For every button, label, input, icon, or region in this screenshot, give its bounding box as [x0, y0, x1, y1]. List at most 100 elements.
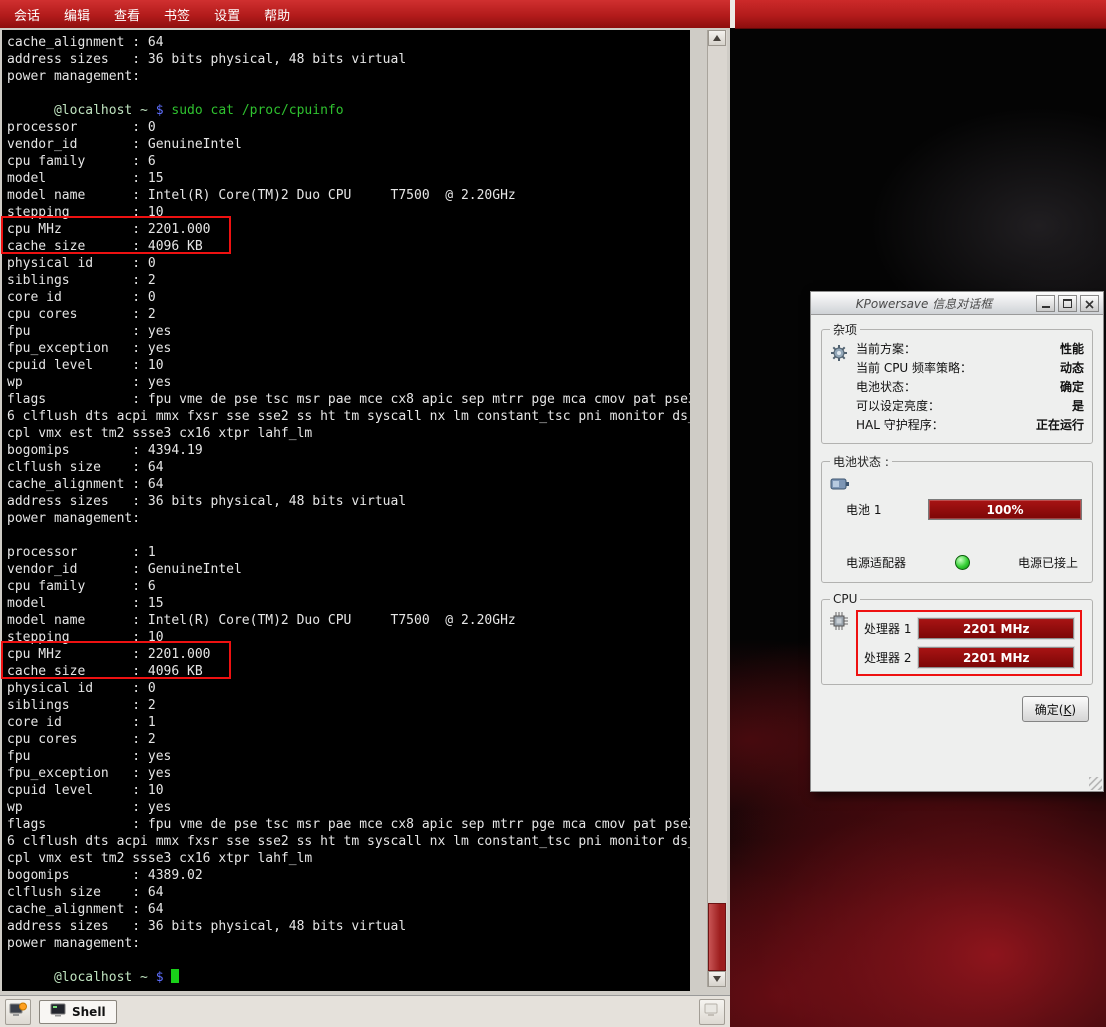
terminal-line: processor : 0 — [7, 119, 690, 136]
cpu-chip-icon — [830, 608, 856, 676]
terminal-line: fpu : yes — [7, 748, 690, 765]
terminal-line: wp : yes — [7, 799, 690, 816]
terminal-line: cpl vmx est tm2 ssse3 cx16 xtpr lahf_lm — [7, 425, 690, 442]
menu-item[interactable]: 帮助 — [264, 5, 290, 24]
minimize-button[interactable] — [1036, 295, 1055, 312]
terminal-line: cpu family : 6 — [7, 578, 690, 595]
terminal-line: address sizes : 36 bits physical, 48 bit… — [7, 493, 690, 510]
session-list-button[interactable] — [699, 999, 725, 1025]
background-window-titlebar[interactable] — [735, 0, 1106, 29]
dialog-titlebar[interactable]: KPowersave 信息对话框 — [811, 292, 1103, 315]
terminal-line: address sizes : 36 bits physical, 48 bit… — [7, 51, 690, 68]
misc-row-value: 动态 — [1060, 359, 1084, 378]
terminal-line: fpu_exception : yes — [7, 340, 690, 357]
battery-legend: 电池状态 : — [830, 453, 892, 470]
terminal-line: physical id : 0 — [7, 255, 690, 272]
terminal-line: cache_alignment : 64 — [7, 476, 690, 493]
terminal-icon — [50, 1003, 66, 1020]
misc-row-value: 性能 — [1060, 340, 1084, 359]
terminal-line: 6 clflush dts acpi mmx fxsr sse sse2 ss … — [7, 833, 690, 850]
battery-progressbar: 100% — [928, 499, 1082, 520]
close-button[interactable] — [1080, 295, 1099, 312]
terminal-line: @localhost ~ $ sudo cat /proc/cpuinfo — [7, 102, 690, 119]
terminal-line — [7, 952, 690, 969]
adapter-label: 电源适配器 — [846, 554, 906, 571]
terminal-line: bogomips : 4389.02 — [7, 867, 690, 884]
terminal-screen[interactable]: cache_alignment : 64address sizes : 36 b… — [2, 30, 690, 991]
cpu-group: CPU 处理器 1 2201 MHz 处理器 2 2201 MHz — [821, 592, 1093, 685]
terminal-line: cpl vmx est tm2 ssse3 cx16 xtpr lahf_lm — [7, 850, 690, 867]
cpu-row-label: 处理器 2 — [864, 649, 911, 666]
misc-group: 杂项 当前方案：性能当前 CPU 频率策略：动态电池状态：确定可以设定亮度：是H… — [821, 321, 1093, 444]
menu-item[interactable]: 会话 — [14, 5, 40, 24]
terminal-line: physical id : 0 — [7, 680, 690, 697]
terminal-line: siblings : 2 — [7, 272, 690, 289]
terminal-line: siblings : 2 — [7, 697, 690, 714]
resize-grip[interactable] — [1089, 777, 1102, 790]
misc-row-label: 当前方案： — [856, 340, 916, 359]
misc-row-label: 可以设定亮度： — [856, 397, 940, 416]
new-session-icon — [9, 1002, 27, 1022]
cpu-frequency-bar: 2201 MHz — [918, 618, 1074, 639]
close-icon — [1085, 294, 1094, 313]
misc-row: 当前 CPU 频率策略： 动态 — [856, 359, 1084, 378]
minimize-icon — [1042, 306, 1050, 308]
menu-bar: 会话 编辑 查看 书签 设置 帮助 — [0, 0, 730, 29]
cpu-frequency-value: 2201 MHz — [919, 619, 1073, 638]
terminal-line: processor : 1 — [7, 544, 690, 561]
terminal-line: cpu cores : 2 — [7, 731, 690, 748]
menu-item[interactable]: 书签 — [164, 5, 190, 24]
cpu-row-label: 处理器 1 — [864, 620, 911, 637]
scrollbar-up-arrow-icon[interactable] — [708, 30, 726, 46]
terminal-scrollbar[interactable] — [707, 30, 727, 987]
terminal-line: vendor_id : GenuineIntel — [7, 561, 690, 578]
scrollbar-down-arrow-icon[interactable] — [708, 971, 726, 987]
terminal-line: model name : Intel(R) Core(TM)2 Duo CPU … — [7, 187, 690, 204]
dialog-body: 杂项 当前方案：性能当前 CPU 频率策略：动态电池状态：确定可以设定亮度：是H… — [811, 315, 1103, 726]
tab-shell[interactable]: Shell — [39, 1000, 117, 1024]
maximize-icon — [1063, 299, 1072, 308]
battery-icon — [830, 472, 856, 495]
terminal-line: power management: — [7, 510, 690, 527]
terminal-line: fpu_exception : yes — [7, 765, 690, 782]
battery-row: 电池 1 100% — [846, 499, 1082, 520]
misc-row-label: 当前 CPU 频率策略： — [856, 359, 972, 378]
new-session-button[interactable] — [5, 999, 31, 1025]
menu-item[interactable]: 查看 — [114, 5, 140, 24]
terminal-line: core id : 1 — [7, 714, 690, 731]
terminal-line: cache_alignment : 64 — [7, 34, 690, 51]
terminal-line: flags : fpu vme de pse tsc msr pae mce c… — [7, 816, 690, 833]
adapter-row: 电源适配器 电源已接上 — [846, 554, 1078, 571]
ok-button[interactable]: 确定(K) — [1022, 696, 1089, 722]
misc-row-label: 电池状态： — [856, 378, 916, 397]
terminal-line — [7, 85, 690, 102]
terminal-line: cpu family : 6 — [7, 153, 690, 170]
highlight-box-cpu-mhz-proc0 — [1, 216, 231, 254]
menu-item[interactable]: 设置 — [214, 5, 240, 24]
misc-row: 电池状态： 确定 — [856, 378, 1084, 397]
misc-row: 当前方案： 性能 — [856, 340, 1084, 359]
terminal-line: cpuid level : 10 — [7, 357, 690, 374]
cpu-frequency-value: 2201 MHz — [919, 648, 1073, 667]
terminal-line: address sizes : 36 bits physical, 48 bit… — [7, 918, 690, 935]
terminal-line: flags : fpu vme de pse tsc msr pae mce c… — [7, 391, 690, 408]
cpu-legend: CPU — [830, 592, 860, 606]
misc-row-value: 正在运行 — [1036, 416, 1084, 435]
menu-item[interactable]: 编辑 — [64, 5, 90, 24]
misc-rows: 当前方案：性能当前 CPU 频率策略：动态电池状态：确定可以设定亮度：是HAL … — [856, 340, 1084, 435]
maximize-button[interactable] — [1058, 295, 1077, 312]
dialog-title: KPowersave 信息对话框 — [815, 295, 1033, 312]
terminal-line: model : 15 — [7, 595, 690, 612]
battery-percent: 100% — [929, 500, 1081, 519]
terminal-body: cache_alignment : 64address sizes : 36 b… — [0, 28, 730, 995]
desktop: 会话编辑查看书签设置帮助 cache_alignment : 64address… — [0, 0, 1106, 1027]
terminal-line: model name : Intel(R) Core(TM)2 Duo CPU … — [7, 612, 690, 629]
tab-bar: Shell — [0, 995, 730, 1027]
terminal-line: vendor_id : GenuineIntel — [7, 136, 690, 153]
scrollbar-thumb[interactable] — [708, 903, 726, 971]
cpu-frequency-bar: 2201 MHz — [918, 647, 1074, 668]
terminal-line: cache_alignment : 64 — [7, 901, 690, 918]
misc-row-value: 确定 — [1060, 378, 1084, 397]
cpu-row: 处理器 1 2201 MHz — [864, 618, 1074, 639]
terminal-line: bogomips : 4394.19 — [7, 442, 690, 459]
